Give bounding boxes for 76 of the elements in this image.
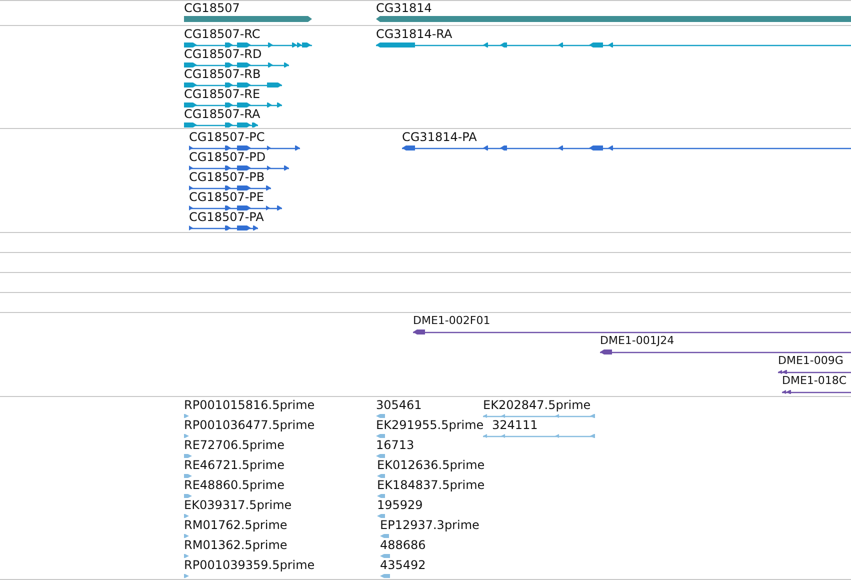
feature-label: CG18507-PC [189, 131, 265, 143]
est-drawing[interactable] [483, 432, 595, 440]
feature-label: CG18507-RB [184, 68, 261, 80]
est-drawing[interactable] [377, 492, 385, 500]
clone-drawing[interactable] [778, 368, 851, 376]
clone-drawing[interactable] [782, 388, 851, 396]
est-drawing[interactable] [184, 432, 189, 440]
feature-label: CG18507-RC [184, 28, 260, 40]
feature-label: CG18507-RE [184, 88, 260, 100]
est-drawing[interactable] [376, 412, 385, 420]
transcript-drawing[interactable] [184, 41, 312, 49]
feature-label: CG18507-PE [189, 191, 264, 203]
est-drawing[interactable] [184, 552, 189, 560]
est-drawing[interactable] [376, 432, 385, 440]
feature-label: CG31814 [376, 2, 432, 14]
feature-label: RP001036477.5prime [184, 419, 315, 431]
feature-label: EK184837.5prime [377, 479, 485, 491]
transcript-drawing[interactable] [184, 101, 282, 109]
feature-label: EK039317.5prime [184, 499, 292, 511]
clone-drawing[interactable] [413, 328, 851, 336]
est-drawing[interactable] [184, 512, 189, 520]
protein-drawing[interactable] [189, 164, 289, 172]
feature-label: 195929 [377, 499, 423, 511]
est-drawing[interactable] [380, 572, 390, 580]
feature-label: EP12937.3prime [380, 519, 480, 531]
est-drawing[interactable] [377, 512, 385, 520]
feature-label: CG31814-PA [402, 131, 477, 143]
est-drawing[interactable] [184, 472, 192, 480]
feature-label: CG18507-RD [184, 48, 262, 60]
feature-label: RE48860.5prime [184, 479, 284, 491]
feature-label: CG18507-RA [184, 108, 260, 120]
est-drawing[interactable] [184, 412, 189, 420]
protein-drawing[interactable] [402, 144, 851, 152]
protein-drawing[interactable] [189, 144, 300, 152]
gene-drawing[interactable] [376, 15, 851, 23]
est-drawing[interactable] [377, 472, 385, 480]
feature-label: RE72706.5prime [184, 439, 284, 451]
gene-drawing[interactable] [184, 15, 312, 23]
clone-drawing[interactable] [600, 348, 851, 356]
feature-label: DME1-002F01 [413, 315, 490, 326]
est-drawing[interactable] [184, 532, 189, 540]
feature-label: 324111 [492, 419, 538, 431]
transcript-drawing[interactable] [376, 41, 851, 49]
feature-label: 305461 [376, 399, 422, 411]
est-drawing[interactable] [184, 572, 189, 580]
feature-label: RP001039359.5prime [184, 559, 315, 571]
feature-label: CG18507-PD [189, 151, 266, 163]
feature-label: EK012636.5prime [377, 459, 485, 471]
feature-label: DME1-018C [782, 375, 847, 386]
protein-drawing[interactable] [189, 204, 282, 212]
feature-label: CG18507-PA [189, 211, 264, 223]
feature-label: RM01362.5prime [184, 539, 288, 551]
protein-drawing[interactable] [189, 224, 258, 232]
transcript-drawing[interactable] [184, 121, 258, 129]
est-drawing[interactable] [184, 492, 192, 500]
protein-drawing[interactable] [189, 184, 271, 192]
feature-label: DME1-001J24 [600, 335, 674, 346]
est-drawing[interactable] [376, 452, 385, 460]
feature-label: 488686 [380, 539, 426, 551]
feature-label: RP001015816.5prime [184, 399, 315, 411]
est-drawing[interactable] [184, 452, 192, 460]
feature-label: RE46721.5prime [184, 459, 284, 471]
feature-label: 435492 [380, 559, 426, 571]
feature-label: RM01762.5prime [184, 519, 288, 531]
est-drawing[interactable] [380, 552, 390, 560]
feature-label: EK202847.5prime [483, 399, 591, 411]
feature-label: CG18507 [184, 2, 240, 14]
transcript-drawing[interactable] [184, 81, 282, 89]
feature-label: EK291955.5prime [376, 419, 484, 431]
feature-label: DME1-009G [778, 355, 844, 366]
est-drawing[interactable] [380, 532, 389, 540]
feature-label: CG18507-PB [189, 171, 265, 183]
est-drawing[interactable] [483, 412, 595, 420]
feature-label: CG31814-RA [376, 28, 452, 40]
transcript-drawing[interactable] [184, 61, 289, 69]
feature-label: 16713 [376, 439, 414, 451]
